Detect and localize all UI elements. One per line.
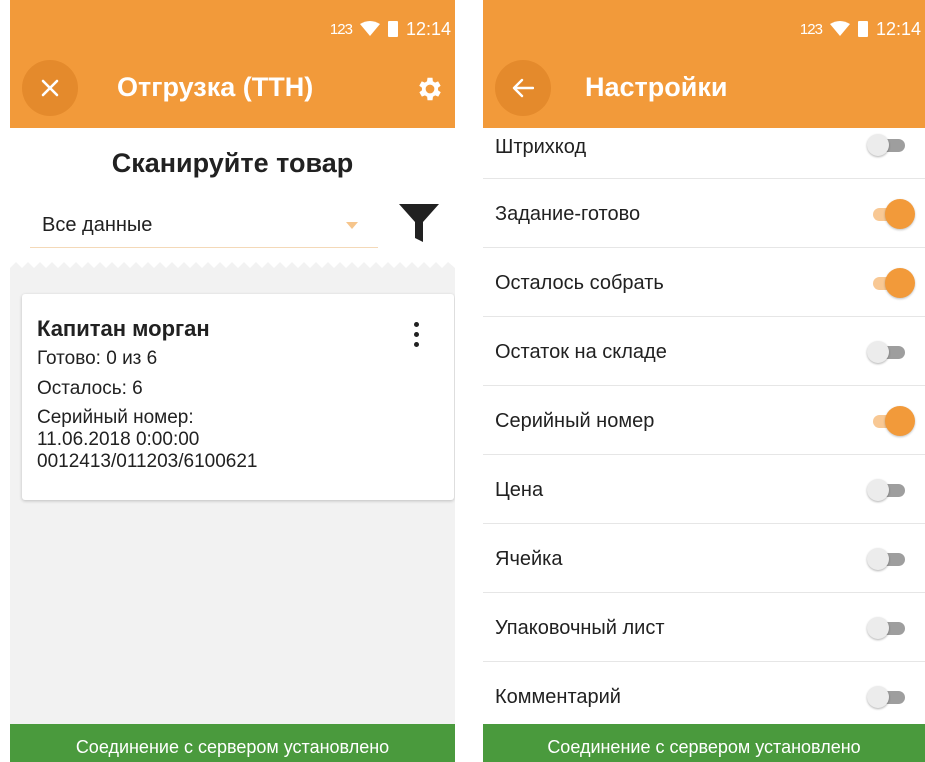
setting-label: Задание-готово (495, 203, 641, 225)
setting-label: Ячейка (495, 548, 563, 570)
back-button[interactable] (495, 60, 551, 116)
status-icons: 123 12:14 (800, 18, 921, 40)
setting-toggle[interactable] (867, 199, 915, 229)
setting-toggle[interactable] (867, 617, 905, 639)
connection-status-bar: Соединение с сервером установлено (10, 724, 455, 762)
setting-toggle[interactable] (867, 479, 905, 501)
setting-row[interactable]: Ячейка (483, 524, 925, 593)
item-remaining: Осталось: 6 (37, 378, 143, 399)
page-title: Отгрузка (ТТН) (117, 72, 314, 102)
close-icon (41, 79, 59, 97)
setting-toggle[interactable] (867, 268, 915, 298)
status-bar: 123 12:14 (483, 0, 925, 46)
setting-row[interactable]: Серийный номер (483, 386, 925, 455)
setting-label: Штрихкод (495, 136, 587, 158)
toggle-thumb (867, 548, 889, 570)
data-filter-select[interactable]: Все данные (30, 200, 378, 248)
setting-toggle[interactable] (867, 406, 915, 436)
item-serial-number: 0012413/011203/6100621 (37, 451, 258, 472)
setting-row[interactable]: Комментарий (483, 662, 925, 731)
setting-row[interactable]: Упаковочный лист (483, 593, 925, 662)
setting-row[interactable]: Штрихкод (483, 128, 925, 179)
filter-icon[interactable] (399, 204, 439, 242)
item-ready: Готово: 0 из 6 (37, 348, 158, 369)
arrow-left-icon (512, 78, 534, 98)
setting-label: Серийный номер (495, 410, 655, 432)
signal-indicator: 123 (799, 20, 823, 38)
wifi-icon (359, 21, 380, 36)
setting-row[interactable]: Цена (483, 455, 925, 524)
setting-label: Цена (495, 479, 544, 501)
toggle-thumb (885, 268, 915, 298)
settings-screen: 123 12:14 Настройки Штрихкод Задание-гото… (483, 0, 925, 762)
setting-toggle[interactable] (867, 686, 905, 708)
filter-selected-value: Все данные (42, 214, 153, 236)
dropdown-arrow-icon (346, 222, 358, 229)
setting-label: Осталось собрать (495, 272, 664, 294)
setting-toggle[interactable] (867, 341, 905, 363)
status-time: 12:14 (875, 18, 921, 39)
toggle-thumb (867, 341, 889, 363)
connection-status-bar: Соединение с сервером установлено (483, 724, 925, 762)
status-icons: 123 12:14 (330, 18, 451, 40)
setting-label: Остаток на складе (495, 341, 667, 363)
toggle-thumb (867, 617, 889, 639)
toggle-thumb (867, 134, 889, 156)
settings-list: Штрихкод Задание-готово Осталось собрать Ос… (483, 128, 925, 731)
item-serial-date: 11.06.2018 0:00:00 (37, 429, 200, 450)
setting-row[interactable]: Осталось собрать (483, 248, 925, 317)
item-name: Капитан морган (37, 316, 210, 341)
gear-icon[interactable] (415, 74, 445, 104)
battery-icon (857, 21, 868, 37)
toggle-thumb (867, 686, 889, 708)
toggle-thumb (867, 479, 889, 501)
scan-heading: Сканируйте товар (111, 148, 354, 178)
setting-row[interactable]: Остаток на складе (483, 317, 925, 386)
status-time: 12:14 (405, 18, 451, 39)
setting-toggle[interactable] (867, 134, 905, 156)
setting-label: Упаковочный лист (495, 617, 665, 639)
setting-row[interactable]: Задание-готово (483, 179, 925, 248)
item-serial-label: Серийный номер: (37, 407, 194, 428)
close-button[interactable] (22, 60, 78, 116)
signal-indicator: 123 (329, 20, 353, 38)
setting-label: Комментарий (495, 686, 621, 708)
status-bar: 123 12:14 (10, 0, 455, 46)
more-options-icon[interactable] (414, 322, 420, 348)
setting-toggle[interactable] (867, 548, 905, 570)
app-bar: Настройки (483, 46, 925, 128)
wifi-icon (829, 21, 850, 36)
app-bar: Отгрузка (ТТН) (10, 46, 455, 128)
shipment-screen: 123 12:14 Отгрузка (ТТН) Сканируйте това… (10, 0, 455, 762)
item-card[interactable]: Капитан морган Готово: 0 из 6 Осталось: … (22, 294, 454, 500)
battery-icon (387, 21, 398, 37)
toggle-thumb (885, 406, 915, 436)
items-list: Капитан морган Готово: 0 из 6 Осталось: … (10, 272, 455, 724)
page-title: Настройки (585, 72, 728, 102)
toggle-thumb (885, 199, 915, 229)
